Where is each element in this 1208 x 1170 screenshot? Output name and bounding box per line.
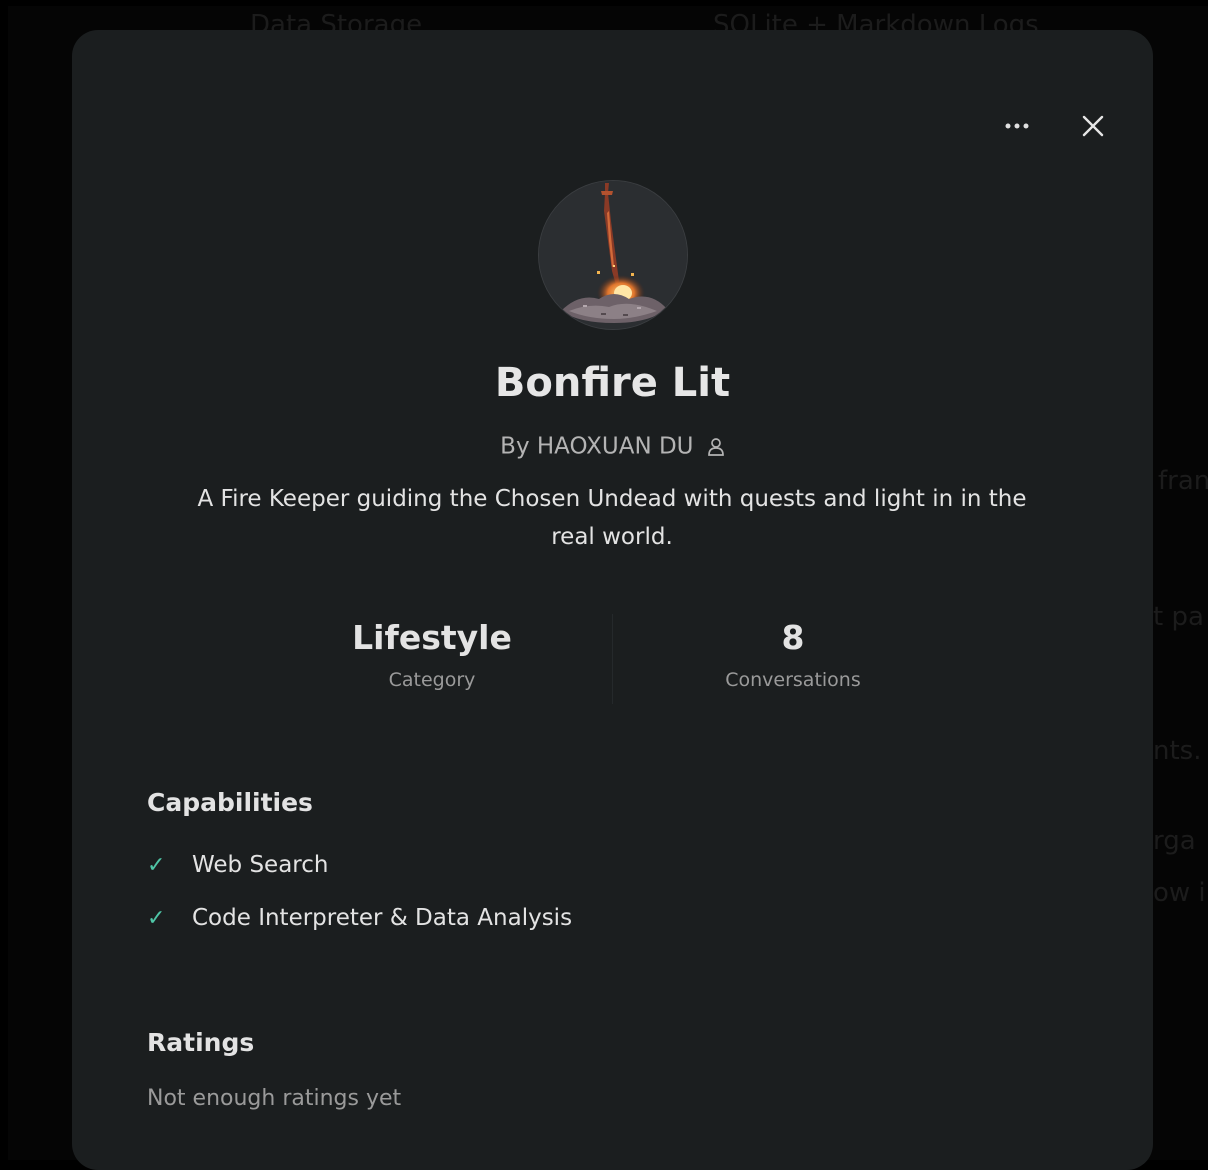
category-label: Category — [388, 669, 476, 691]
bg-text: ow i — [1153, 878, 1206, 908]
author-text: By HAOXUAN DU — [500, 433, 694, 460]
description-line: real world. — [551, 524, 673, 550]
stat-conversations: 8 Conversations — [613, 614, 973, 691]
capability-label: Web Search — [192, 852, 329, 878]
ratings-text: Not enough ratings yet — [147, 1086, 402, 1111]
capabilities-title: Capabilities — [147, 788, 313, 817]
gpt-title: Bonfire Lit — [494, 360, 731, 406]
user-icon — [707, 437, 724, 456]
gpt-description: A Fire Keeper guiding the Chosen Undead … — [182, 480, 1042, 556]
modal-actions — [1001, 110, 1109, 142]
ratings-title: Ratings — [147, 1028, 255, 1057]
bg-text: t pa — [1153, 602, 1204, 632]
capability-item: ✓ Web Search — [147, 852, 328, 878]
gpt-avatar — [538, 180, 688, 330]
more-options-button[interactable] — [1001, 110, 1033, 142]
bg-text: fran — [1158, 466, 1208, 496]
close-button[interactable] — [1077, 110, 1109, 142]
conversations-label: Conversations — [725, 669, 861, 691]
more-horizontal-icon — [1005, 123, 1029, 129]
description-line: A Fire Keeper guiding the Chosen Undead … — [197, 486, 1027, 512]
bg-text: rga — [1153, 826, 1196, 856]
check-icon: ✓ — [147, 852, 166, 878]
gpt-detail-modal: Bonfire Lit By HAOXUAN DU A Fire Keeper … — [72, 30, 1153, 1170]
stat-category: Lifestyle Category — [252, 614, 612, 691]
category-value: Lifestyle — [352, 618, 512, 657]
capability-item: ✓ Code Interpreter & Data Analysis — [147, 905, 572, 931]
gpt-author: By HAOXUAN DU — [72, 433, 1153, 460]
close-icon — [1082, 115, 1104, 137]
gpt-stats: Lifestyle Category 8 Conversations — [252, 614, 973, 724]
check-icon: ✓ — [147, 905, 166, 931]
capability-label: Code Interpreter & Data Analysis — [192, 905, 573, 931]
conversations-value: 8 — [781, 618, 805, 657]
bg-text: nts. — [1153, 736, 1202, 766]
